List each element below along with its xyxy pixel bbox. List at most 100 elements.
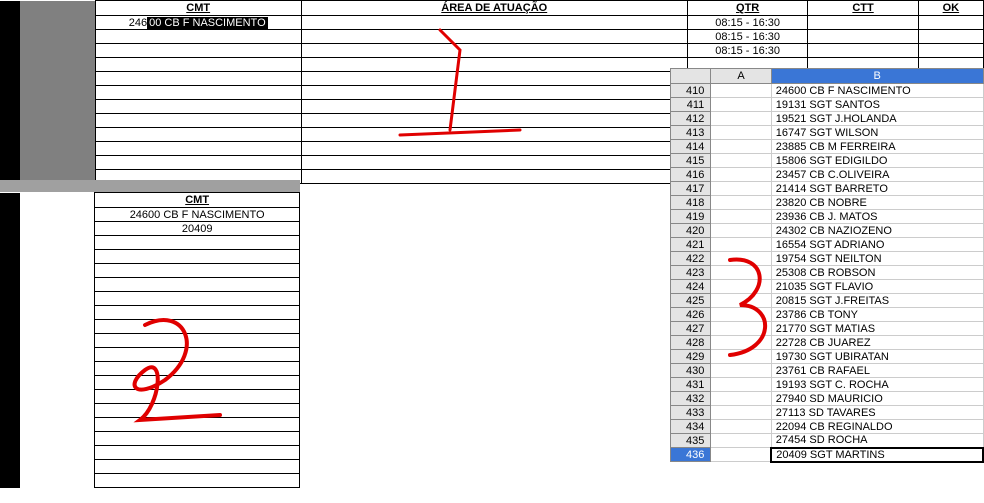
sheet3-row-header[interactable]: 419 — [671, 210, 711, 224]
sheet3-row-header[interactable]: 423 — [671, 266, 711, 280]
sheet3-row-header[interactable]: 421 — [671, 238, 711, 252]
sheet3-cell-b[interactable]: 23761 CB RAFAEL — [771, 364, 983, 378]
sheet3-cell-b[interactable]: 21414 SGT BARRETO — [771, 182, 983, 196]
sheet3-row[interactable]: 43227940 SD MAURICIO — [671, 392, 984, 406]
sheet3-cell-a[interactable] — [711, 210, 771, 224]
sheet2-cell-cmt[interactable] — [95, 348, 300, 362]
sheet3-cell-a[interactable] — [711, 392, 771, 406]
sheet2-row[interactable] — [0, 376, 300, 390]
sheet2-cell-cmt[interactable] — [95, 278, 300, 292]
split-bar[interactable] — [0, 180, 300, 192]
sheet3-cell-b[interactable]: 22094 CB REGINALDO — [771, 420, 983, 434]
sheet1-cell-ok[interactable] — [918, 16, 983, 30]
sheet3-row[interactable]: 412 19521 SGT J.HOLANDA — [671, 112, 984, 126]
sheet2-cell-cmt[interactable] — [95, 236, 300, 250]
sheet2-row[interactable] — [0, 432, 300, 446]
sheet2-row[interactable] — [0, 250, 300, 264]
sheet1-cell-qtr[interactable]: 08:15 - 16:30 — [687, 30, 807, 44]
sheet1-header-ctt[interactable]: CTT — [808, 1, 918, 16]
sheet3-cell-a[interactable] — [711, 420, 771, 434]
sheet3-cell-a[interactable] — [711, 378, 771, 392]
sheet3-cell-b[interactable]: 16747 SGT WILSON — [771, 126, 983, 140]
sheet3-row-header[interactable]: 411 — [671, 98, 711, 112]
sheet3-cell-a[interactable] — [711, 364, 771, 378]
sheet3-cell-a[interactable] — [711, 434, 771, 448]
sheet2-table[interactable]: CMT 24600 CB F NASCIMENTO20409 — [0, 192, 300, 488]
sheet3-row[interactable]: 42520815 SGT J.FREITAS — [671, 294, 984, 308]
sheet2-cell-cmt[interactable] — [95, 390, 300, 404]
sheet3-row[interactable]: 41623457 CB C.OLIVEIRA — [671, 168, 984, 182]
sheet3-cell-a[interactable] — [711, 168, 771, 182]
sheet3-row-header[interactable]: 420 — [671, 224, 711, 238]
sheet3-cell-a[interactable] — [711, 126, 771, 140]
sheet3-row-header[interactable]: 428 — [671, 336, 711, 350]
sheet2-cell-cmt[interactable] — [95, 376, 300, 390]
sheet3-cell-a[interactable] — [711, 322, 771, 336]
sheet2-row[interactable] — [0, 278, 300, 292]
sheet3-cell-b[interactable]: 20815 SGT J.FREITAS — [771, 294, 983, 308]
sheet3-cell-b[interactable]: 20409 SGT MARTINS — [771, 448, 983, 462]
sheet2-cell-cmt[interactable] — [95, 292, 300, 306]
sheet3-cell-b[interactable]: 19754 SGT NEILTON — [771, 252, 983, 266]
sheet3-cell-b[interactable]: 27113 SD TAVARES — [771, 406, 983, 420]
sheet3-cell-a[interactable] — [711, 196, 771, 210]
sheet3-cell-b[interactable]: 27454 SD ROCHA — [771, 434, 983, 448]
sheet1-cell-cmt[interactable] — [95, 44, 301, 58]
sheet3-row-header[interactable]: 426 — [671, 308, 711, 322]
sheet2-row[interactable] — [0, 418, 300, 432]
sheet1-cell-ok[interactable] — [918, 30, 983, 44]
sheet3-row[interactable]: 42919730 SGT UBIRATAN — [671, 350, 984, 364]
sheet3-cell-b[interactable]: 15806 SGT EDIGILDO — [771, 154, 983, 168]
sheet3-cell-b[interactable]: 19521 SGT J.HOLANDA — [771, 112, 983, 126]
sheet2-row[interactable] — [0, 306, 300, 320]
sheet3-row-header[interactable]: 412 — [671, 112, 711, 126]
sheet1-cell-ctt[interactable] — [808, 30, 918, 44]
sheet1-cell-cmt[interactable] — [95, 30, 301, 44]
sheet2-cell-cmt[interactable]: 24600 CB F NASCIMENTO — [95, 208, 300, 222]
sheet1-cell-ctt[interactable] — [808, 16, 918, 30]
sheet3-row-header[interactable]: 410 — [671, 84, 711, 98]
sheet1-row[interactable]: 24600 CB F NASCIMENTO08:15 - 16:30 — [0, 16, 984, 30]
sheet3-cell-b[interactable]: 19193 SGT C. ROCHA — [771, 378, 983, 392]
sheet3-cell-a[interactable] — [711, 448, 771, 462]
sheet3-cell-b[interactable]: 22728 CB JUAREZ — [771, 336, 983, 350]
sheet3-row-header[interactable]: 422 — [671, 252, 711, 266]
sheet3-row-header[interactable]: 424 — [671, 280, 711, 294]
sheet3-cell-b[interactable]: 19131 SGT SANTOS — [771, 98, 983, 112]
sheet2-cell-cmt[interactable] — [95, 264, 300, 278]
sheet3-cell-b[interactable]: 24302 CB NAZIOZENO — [771, 224, 983, 238]
sheet2-header-cmt[interactable]: CMT — [95, 193, 300, 208]
sheet3-row-header[interactable]: 435 — [671, 434, 711, 448]
sheet2-row[interactable]: 24600 CB F NASCIMENTO — [0, 208, 300, 222]
sheet3-cell-b[interactable]: 23885 CB M FERREIRA — [771, 140, 983, 154]
sheet3-row[interactable]: 41923936 CB J. MATOS — [671, 210, 984, 224]
sheet3-row-header[interactable]: 430 — [671, 364, 711, 378]
sheet3-row[interactable]: 41316747 SGT WILSON — [671, 126, 984, 140]
sheet1-header-cmt[interactable]: CMT — [95, 1, 301, 16]
sheet1-cell-ok[interactable] — [918, 44, 983, 58]
sheet3-cell-b[interactable]: 19730 SGT UBIRATAN — [771, 350, 983, 364]
sheet3-cell-b[interactable]: 23820 CB NOBRE — [771, 196, 983, 210]
sheet3-cell-b[interactable]: 16554 SGT ADRIANO — [771, 238, 983, 252]
sheet3-row-header[interactable]: 418 — [671, 196, 711, 210]
sheet2-cell-cmt[interactable] — [95, 306, 300, 320]
sheet3-row[interactable]: 418 23820 CB NOBRE — [671, 196, 984, 210]
sheet2-row[interactable] — [0, 390, 300, 404]
sheet3-row[interactable]: 428 22728 CB JUAREZ — [671, 336, 984, 350]
sheet3-row[interactable]: 41423885 CB M FERREIRA — [671, 140, 984, 154]
sheet2-row[interactable] — [0, 292, 300, 306]
sheet2-cell-cmt[interactable] — [95, 460, 300, 474]
sheet3-cell-b[interactable]: 21770 SGT MATIAS — [771, 322, 983, 336]
sheet3-row[interactable]: 42623786 CB TONY — [671, 308, 984, 322]
sheet1-cell-qtr[interactable]: 08:15 - 16:30 — [687, 44, 807, 58]
sheet3-cell-b[interactable]: 25308 CB ROBSON — [771, 266, 983, 280]
sheet3-cell-a[interactable] — [711, 98, 771, 112]
sheet3-row-header[interactable]: 432 — [671, 392, 711, 406]
sheet3-cell-a[interactable] — [711, 238, 771, 252]
sheet3-cell-a[interactable] — [711, 154, 771, 168]
sheet3-row[interactable]: 411 19131 SGT SANTOS — [671, 98, 984, 112]
sheet3-row[interactable]: 43422094 CB REGINALDO — [671, 420, 984, 434]
sheet1-cell-qtr[interactable]: 08:15 - 16:30 — [687, 16, 807, 30]
sheet1-header-ok[interactable]: OK — [918, 1, 983, 16]
sheet2-cell-cmt[interactable] — [95, 320, 300, 334]
